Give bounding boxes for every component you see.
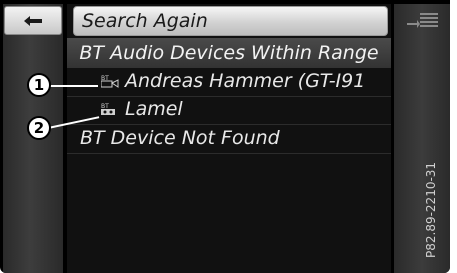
device-item-1[interactable]: BT Andreas Hammer (GT-I91 bbox=[67, 69, 391, 96]
search-again-label: Search Again bbox=[82, 10, 208, 32]
menu-button[interactable] bbox=[396, 6, 448, 33]
right-column bbox=[394, 4, 450, 273]
device-name: Lamel bbox=[125, 98, 183, 120]
svg-text:BT: BT bbox=[101, 103, 109, 110]
row-divider bbox=[67, 153, 391, 154]
figure-reference: P82.89-2210-31 bbox=[424, 161, 438, 258]
device-name: Andreas Hammer (GT-I91 bbox=[125, 70, 366, 92]
callout-1-leader bbox=[48, 85, 98, 87]
row-divider bbox=[67, 124, 391, 125]
callout-2: 2 bbox=[27, 116, 51, 140]
bt-audio-icon: BT bbox=[101, 103, 115, 115]
device-not-found-item[interactable]: BT Device Not Found bbox=[80, 127, 280, 149]
list-header: BT Audio Devices Within Range bbox=[67, 38, 391, 68]
search-again-button[interactable]: Search Again bbox=[73, 6, 388, 36]
device-item-2[interactable]: BT Lamel bbox=[67, 97, 391, 124]
header-title: BT Audio Devices Within Range bbox=[79, 42, 379, 64]
callout-1: 1 bbox=[27, 73, 51, 97]
display-screen: Search Again BT Audio Devices Within Ran… bbox=[0, 0, 450, 273]
bt-phone-icon: BT bbox=[101, 75, 119, 88]
back-arrow-icon bbox=[24, 15, 42, 26]
back-button[interactable] bbox=[4, 6, 62, 35]
menu-list-icon bbox=[407, 12, 438, 28]
